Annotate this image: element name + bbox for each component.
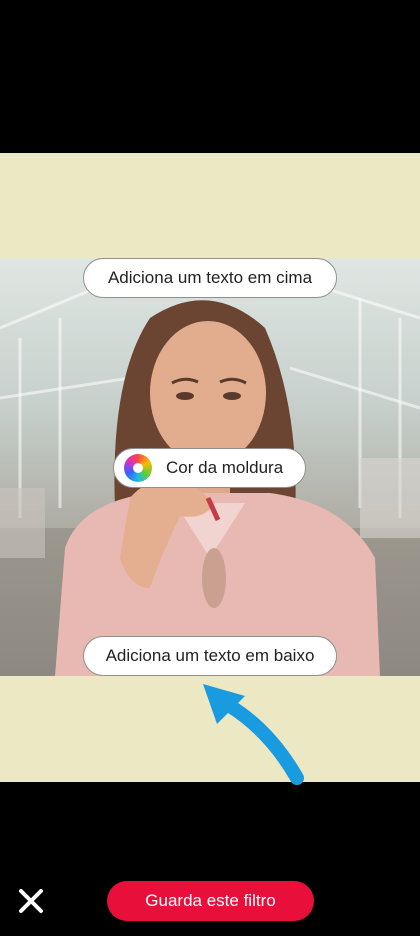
frame-top-band [0, 153, 420, 258]
add-bottom-text-label: Adiciona um texto em baixo [105, 646, 315, 665]
add-top-text-label: Adiciona um texto em cima [107, 268, 313, 287]
arrow-up-icon [203, 684, 304, 785]
save-filter-button[interactable]: Guarda este filtro [107, 881, 314, 921]
frame-color-label: Cor da moldura [166, 458, 284, 477]
color-wheel-icon [124, 454, 152, 482]
close-icon[interactable] [14, 884, 48, 918]
frame-color-button[interactable]: Cor da moldura [113, 448, 306, 488]
save-filter-label: Guarda este filtro [145, 891, 276, 910]
add-bottom-text-button[interactable]: Adiciona um texto em baixo [83, 636, 337, 676]
add-top-text-button[interactable]: Adiciona um texto em cima [83, 258, 337, 298]
